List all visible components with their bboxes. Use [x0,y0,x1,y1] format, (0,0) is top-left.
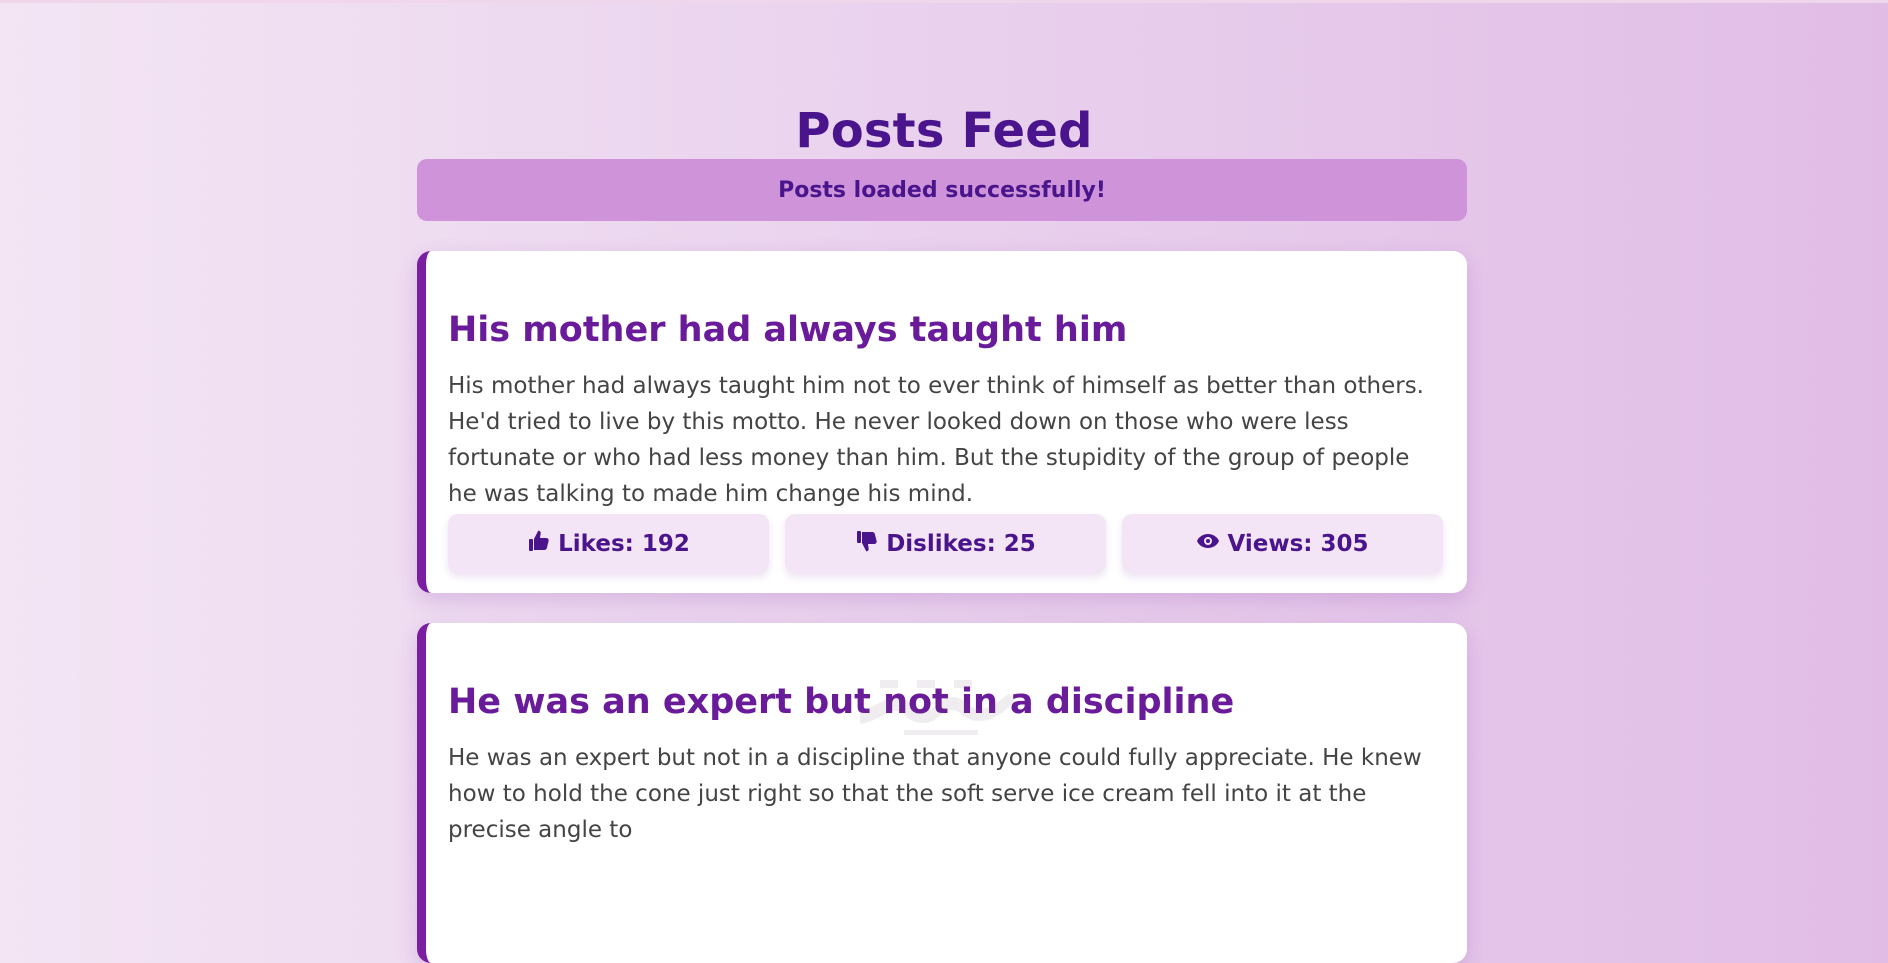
status-banner: Posts loaded successfully! [417,159,1467,221]
post-card: He was an expert but not in a discipline… [417,623,1467,963]
dislikes-label: Dislikes: 25 [886,530,1036,557]
post-stats: Likes: 192 Dislikes: 25 Views: 305 [448,514,1443,573]
thumbs-down-icon [855,529,879,559]
likes-stat[interactable]: Likes: 192 [448,514,769,573]
post-body: He was an expert but not in a discipline… [448,745,1422,843]
post-card: His mother had always taught him His mot… [417,251,1467,593]
eye-icon [1196,529,1220,559]
post-title: His mother had always taught him [448,310,1128,351]
views-stat[interactable]: Views: 305 [1122,514,1443,573]
status-message: Posts loaded successfully! [778,177,1106,203]
page-title: Posts Feed [795,103,1093,160]
thumbs-up-icon [527,529,551,559]
views-label: Views: 305 [1227,530,1369,557]
dislikes-stat[interactable]: Dislikes: 25 [785,514,1106,573]
post-title: He was an expert but not in a discipline [448,682,1235,723]
likes-label: Likes: 192 [558,530,690,557]
top-accent-line [0,0,1888,3]
post-body: His mother had always taught him not to … [448,373,1424,507]
